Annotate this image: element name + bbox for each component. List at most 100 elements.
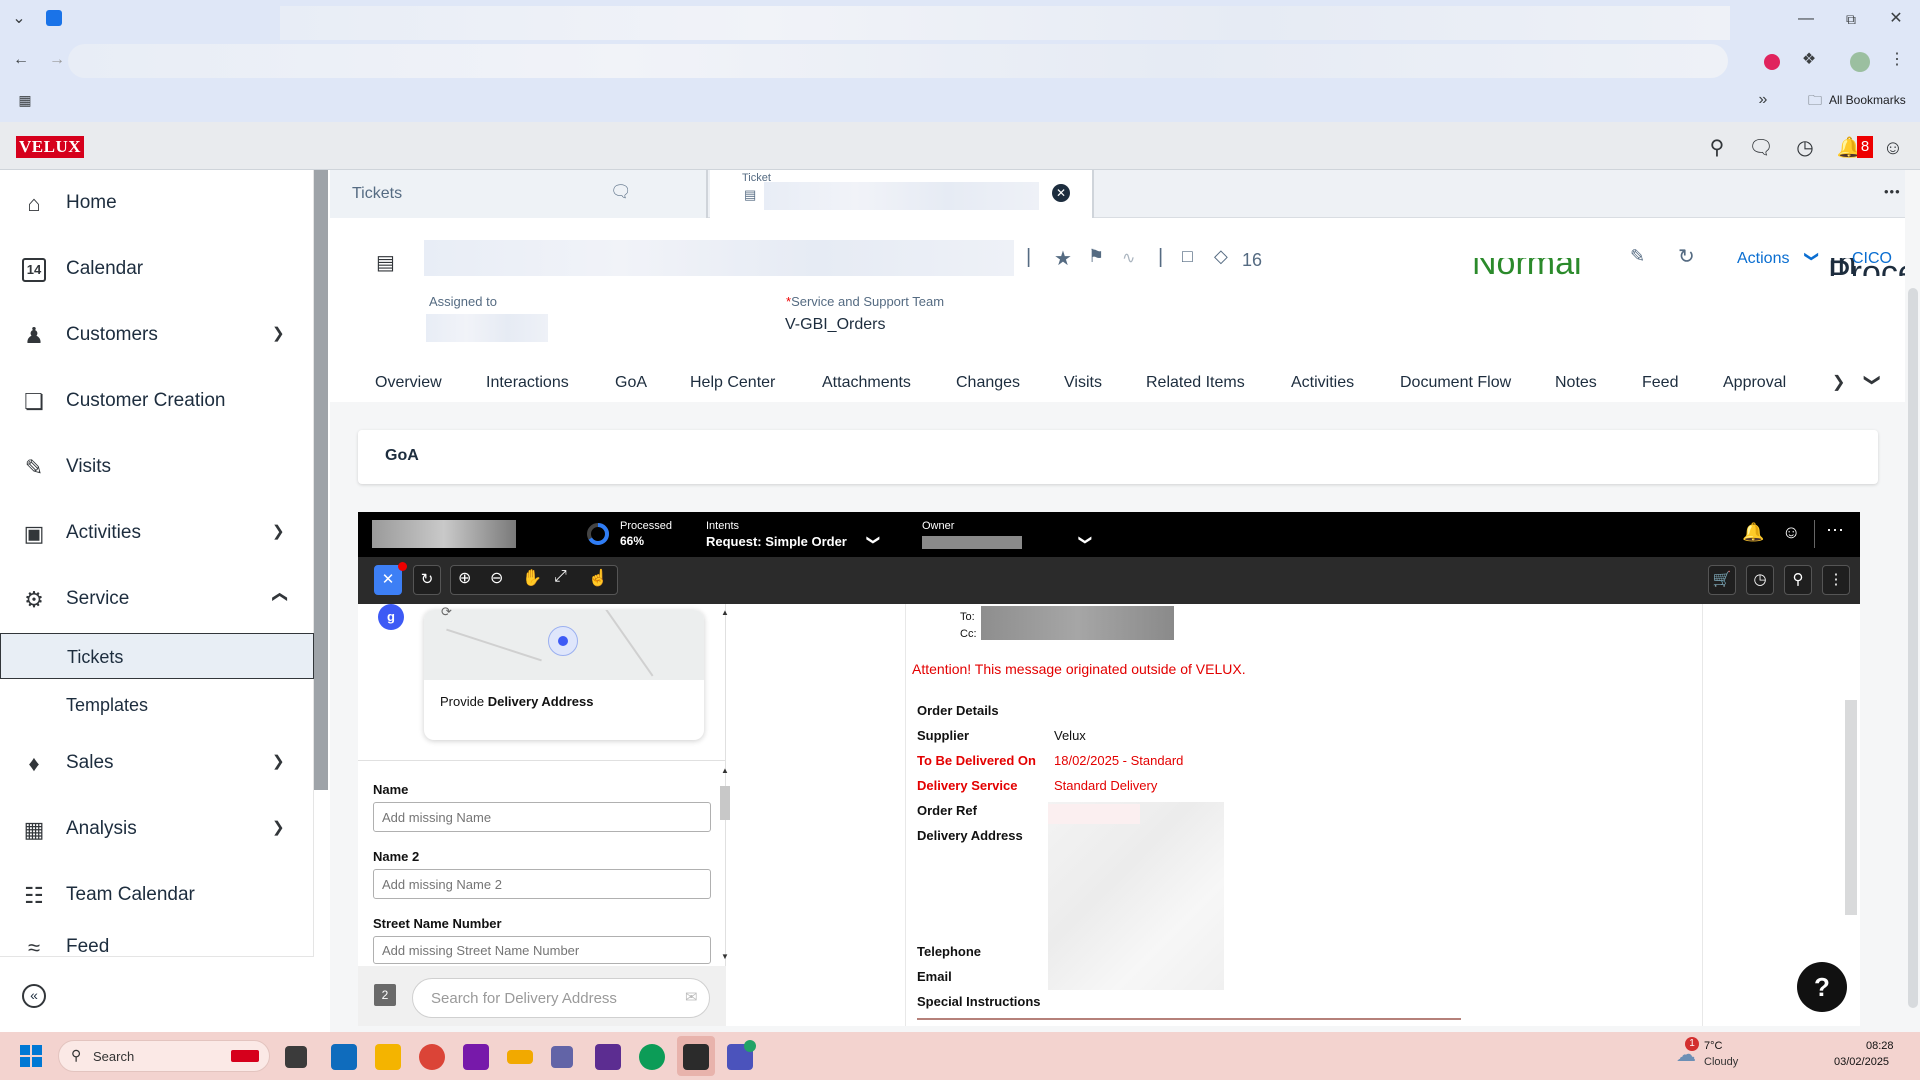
browser-tabs-blurred[interactable] (280, 6, 1730, 40)
tab-activities[interactable]: Activities (1291, 374, 1354, 392)
chevron-down-icon[interactable]: ❯ (272, 752, 285, 770)
tab-goa[interactable]: GoA (615, 374, 647, 392)
chrome-icon[interactable] (419, 1044, 445, 1070)
swap-icon[interactable]: ⟳ (441, 604, 452, 620)
fit-expand-icon[interactable]: ⤢ (554, 568, 567, 586)
select-icon[interactable]: ☝ (588, 568, 608, 588)
taskbar-search[interactable]: ⚲ Search (58, 1040, 270, 1072)
app-icon[interactable] (507, 1050, 533, 1064)
help-chat-icon[interactable]: 🗨 (1748, 135, 1774, 161)
all-bookmarks-link[interactable]: All Bookmarks (1829, 93, 1906, 107)
back-icon[interactable]: ← (10, 50, 32, 72)
tab-visits[interactable]: Visits (1064, 374, 1102, 392)
sidebar-item-activities[interactable]: ▣ Activities ❯ (0, 508, 314, 558)
delivery-address-card[interactable]: Provide Delivery Address (424, 610, 704, 740)
tab-search-chevron-icon[interactable]: ⌄ (8, 9, 30, 31)
onenote-icon[interactable] (463, 1044, 489, 1070)
sidebar-item-feed[interactable]: ≈ Feed (0, 922, 314, 956)
form-scroll-thumb[interactable] (720, 786, 730, 820)
sidebar-item-sales[interactable]: ♦ Sales ❯ (0, 738, 314, 788)
tab-ticket[interactable]: Ticket ▤ ✕ (710, 170, 1094, 218)
actions-menu[interactable]: Actions (1737, 250, 1789, 268)
tab-help-center[interactable]: Help Center (690, 374, 775, 392)
tabs-overflow-icon[interactable]: ❯ (1863, 373, 1883, 386)
refresh-icon[interactable]: ↻ (1678, 244, 1695, 269)
favicon-icon[interactable] (46, 10, 62, 26)
service-team-value[interactable]: V-GBI_Orders (785, 316, 885, 334)
tab-overview[interactable]: Overview (375, 374, 442, 392)
extension-red-icon[interactable] (1764, 54, 1780, 70)
sidebar-item-customer-creation[interactable]: ❏ Customer Creation (0, 376, 314, 426)
history-clock-icon[interactable]: ◷ (1792, 135, 1818, 161)
sidebar-scrollbar[interactable] (314, 170, 328, 790)
tab-approval[interactable]: Approval (1723, 374, 1786, 392)
chevron-down-icon[interactable]: ❯ (272, 324, 285, 342)
search-button[interactable]: ⚲ (1784, 565, 1812, 595)
owner-value-blurred[interactable] (922, 536, 1022, 549)
tab-notes[interactable]: Notes (1555, 374, 1597, 392)
velux-logo[interactable]: VELUX (16, 136, 84, 158)
scroll-down-arrow[interactable]: ▼ (721, 952, 729, 961)
edit-pencil-icon[interactable]: ✎ (1630, 246, 1645, 267)
name2-input[interactable] (373, 869, 711, 899)
close-x-button[interactable]: ✕ (374, 565, 402, 595)
chevron-down-icon[interactable]: ❯ (272, 818, 285, 836)
chevron-down-icon[interactable]: ❯ (272, 522, 285, 540)
send-icon[interactable]: ✉ (685, 988, 698, 1006)
app-q-icon[interactable] (595, 1044, 621, 1070)
more-vertical-button[interactable]: ⋮ (1822, 565, 1850, 595)
street-input[interactable] (373, 936, 711, 964)
collapse-sidebar-icon[interactable]: « (22, 984, 46, 1008)
chevron-up-icon[interactable]: ❯ (269, 591, 287, 604)
flag-icon[interactable]: ⚑ (1088, 246, 1104, 267)
bell-icon[interactable]: 🔔 (1742, 522, 1764, 543)
help-button[interactable]: ? (1797, 962, 1847, 1012)
rss-icon[interactable]: ∿ (1122, 248, 1135, 268)
sidebar-item-team-calendar[interactable]: ☷ Team Calendar (0, 870, 314, 920)
chevron-down-icon[interactable]: ❯ (1803, 251, 1820, 263)
scroll-up-arrow[interactable]: ▲ (721, 608, 729, 617)
close-tab-icon[interactable]: ✕ (1052, 184, 1070, 202)
pan-hand-icon[interactable]: ✋ (522, 568, 542, 588)
tabs-scroll-right-icon[interactable]: ❯ (1832, 372, 1845, 392)
file-explorer-icon[interactable] (375, 1044, 401, 1070)
outlook-icon[interactable] (331, 1044, 357, 1070)
weather-temp[interactable]: 7°C (1704, 1040, 1722, 1052)
task-view-icon[interactable] (285, 1046, 307, 1068)
email-scroll-thumb[interactable] (1845, 700, 1857, 915)
delivery-address-search-input[interactable]: Search for Delivery Address ✉ (412, 978, 710, 1018)
tab-interactions[interactable]: Interactions (486, 374, 569, 392)
tag-icon[interactable]: ◇ (1214, 246, 1228, 267)
cico-button[interactable]: CICO (1852, 250, 1892, 268)
main-scroll-thumb[interactable] (1908, 288, 1918, 1008)
restore-icon[interactable]: ⧉ (1840, 9, 1862, 31)
clock-date[interactable]: 03/02/2025 (1834, 1056, 1889, 1068)
extensions-puzzle-icon[interactable]: ❖ (1798, 50, 1820, 72)
minimize-icon[interactable]: — (1795, 9, 1817, 31)
remote-app-icon[interactable] (551, 1046, 573, 1068)
main-scrollbar[interactable] (1905, 218, 1920, 1008)
assigned-to-value-blurred[interactable] (426, 314, 548, 342)
browser-menu-icon[interactable]: ⋮ (1886, 50, 1908, 72)
clock-time[interactable]: 08:28 (1866, 1040, 1894, 1052)
zoom-out-icon[interactable]: ⊖ (490, 568, 503, 588)
tab-attachments[interactable]: Attachments (822, 374, 911, 392)
sidebar-subitem-tickets[interactable]: Tickets (0, 633, 314, 679)
tab-document-flow[interactable]: Document Flow (1400, 374, 1511, 392)
apps-grid-icon[interactable]: ▦ (14, 90, 36, 112)
chevron-down-icon[interactable]: ❯ (1077, 535, 1093, 546)
chevron-down-icon[interactable]: ❯ (865, 535, 881, 546)
more-options-icon[interactable]: ••• (1884, 184, 1901, 199)
sidebar-item-visits[interactable]: ✎ Visits (0, 442, 314, 492)
user-icon[interactable]: ☺ (1782, 522, 1800, 543)
forward-icon[interactable]: → (46, 50, 68, 72)
sidebar-item-home[interactable]: ⌂ Home (0, 178, 314, 228)
close-window-icon[interactable]: ✕ (1885, 9, 1907, 31)
bookmarks-overflow-icon[interactable]: » (1752, 90, 1774, 112)
profile-avatar[interactable] (1850, 52, 1870, 72)
start-windows-icon[interactable] (20, 1045, 42, 1067)
star-icon[interactable]: ★ (1054, 246, 1072, 271)
comment-icon[interactable]: □ (1182, 246, 1193, 267)
refresh-button[interactable]: ↻ (413, 565, 441, 595)
url-bar[interactable] (68, 44, 1728, 78)
